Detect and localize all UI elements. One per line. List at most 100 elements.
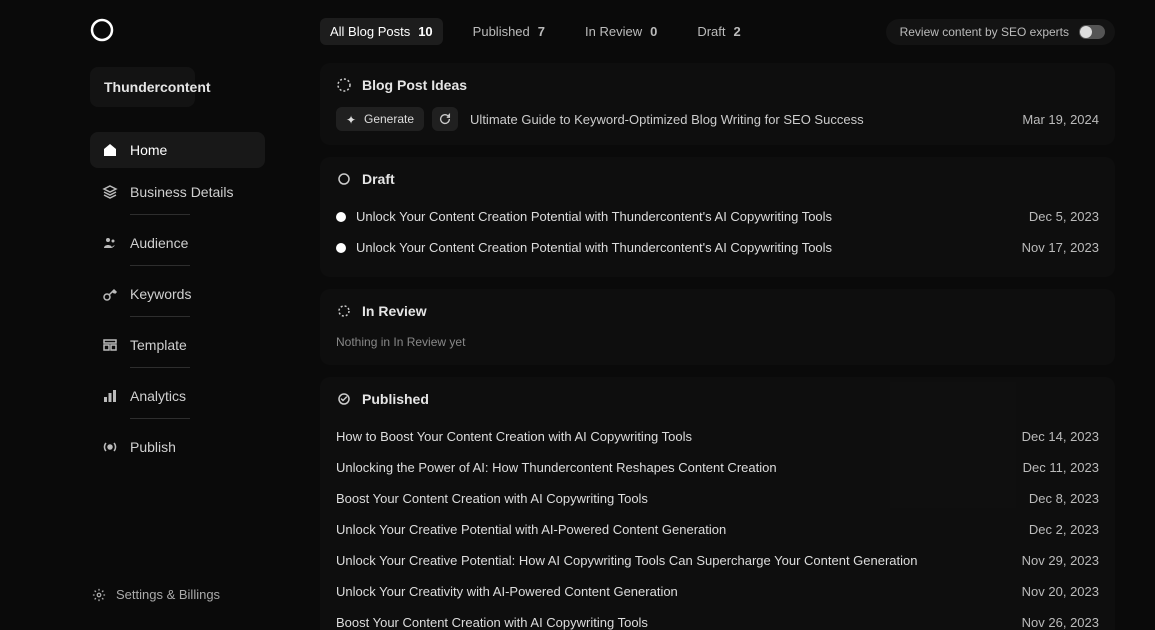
- post-row[interactable]: Unlock Your Content Creation Potential w…: [336, 232, 1099, 263]
- nav-keywords[interactable]: Keywords: [90, 276, 265, 312]
- users-icon: [102, 235, 118, 251]
- section-ideas: Blog Post Ideas ✦ Generate Ultimate Guid…: [320, 63, 1115, 145]
- refresh-button[interactable]: [432, 107, 458, 131]
- post-date: Nov 26, 2023: [1022, 615, 1099, 630]
- section-title: Draft: [362, 171, 395, 187]
- post-date: Dec 11, 2023: [1023, 460, 1099, 475]
- post-date: Dec 2, 2023: [1029, 522, 1099, 537]
- tab-count: 0: [650, 24, 657, 39]
- status-dot-icon: [336, 243, 346, 253]
- nav-business[interactable]: Business Details: [90, 174, 265, 210]
- post-title: Unlock Your Creative Potential with AI-P…: [336, 522, 726, 537]
- section-title: Published: [362, 391, 429, 407]
- post-date: Nov 17, 2023: [1022, 240, 1099, 255]
- sparkle-circle-icon: [336, 77, 352, 93]
- post-title: How to Boost Your Content Creation with …: [336, 429, 692, 444]
- section-in-review: In Review Nothing in In Review yet: [320, 289, 1115, 365]
- nav-label: Analytics: [130, 388, 186, 404]
- post-row[interactable]: Unlock Your Content Creation Potential w…: [336, 201, 1099, 232]
- nav-label: Keywords: [130, 286, 191, 302]
- post-title: Boost Your Content Creation with AI Copy…: [336, 491, 648, 506]
- post-title: Unlocking the Power of AI: How Thunderco…: [336, 460, 777, 475]
- topbar: All Blog Posts 10 Published 7 In Review …: [320, 18, 1115, 45]
- key-icon: [102, 286, 118, 302]
- main: All Blog Posts 10 Published 7 In Review …: [285, 0, 1155, 630]
- post-row[interactable]: Unlock Your Creativity with AI-Powered C…: [336, 576, 1099, 607]
- settings-label: Settings & Billings: [116, 587, 220, 602]
- nav-analytics[interactable]: Analytics: [90, 378, 265, 414]
- section-title: Blog Post Ideas: [362, 77, 467, 93]
- section-header: Published: [336, 391, 1099, 407]
- seo-toggle-label: Review content by SEO experts: [900, 25, 1069, 39]
- tab-in-review[interactable]: In Review 0: [575, 18, 667, 45]
- tab-count: 7: [538, 24, 545, 39]
- sparkle-icon: ✦: [346, 113, 358, 125]
- post-row[interactable]: How to Boost Your Content Creation with …: [336, 421, 1099, 452]
- nav-label: Home: [130, 142, 167, 158]
- tab-count: 2: [734, 24, 741, 39]
- post-title: Unlock Your Content Creation Potential w…: [356, 240, 832, 255]
- layers-icon: [102, 184, 118, 200]
- gear-icon: [92, 588, 106, 602]
- section-header: In Review: [336, 303, 1099, 319]
- nav: Home Business Details Audience Keywords …: [90, 132, 265, 465]
- idea-title[interactable]: Ultimate Guide to Keyword-Optimized Blog…: [470, 112, 864, 127]
- section-draft: Draft Unlock Your Content Creation Poten…: [320, 157, 1115, 277]
- post-row[interactable]: Boost Your Content Creation with AI Copy…: [336, 483, 1099, 514]
- section-title: In Review: [362, 303, 427, 319]
- content: Blog Post Ideas ✦ Generate Ultimate Guid…: [320, 63, 1115, 630]
- post-title: Unlock Your Creativity with AI-Powered C…: [336, 584, 678, 599]
- tab-label: Draft: [697, 24, 725, 39]
- broadcast-icon: [102, 439, 118, 455]
- idea-row: ✦ Generate Ultimate Guide to Keyword-Opt…: [336, 107, 1099, 131]
- tabs: All Blog Posts 10 Published 7 In Review …: [320, 18, 751, 45]
- post-row[interactable]: Unlock Your Creative Potential with AI-P…: [336, 514, 1099, 545]
- post-date: Dec 8, 2023: [1029, 491, 1099, 506]
- tab-label: Published: [473, 24, 530, 39]
- toggle-knob: [1080, 26, 1092, 38]
- section-published: Published How to Boost Your Content Crea…: [320, 377, 1115, 630]
- nav-divider: [130, 214, 190, 215]
- post-date: Dec 5, 2023: [1029, 209, 1099, 224]
- generate-button[interactable]: ✦ Generate: [336, 107, 424, 131]
- nav-audience[interactable]: Audience: [90, 225, 265, 261]
- post-title: Boost Your Content Creation with AI Copy…: [336, 615, 648, 630]
- tab-all[interactable]: All Blog Posts 10: [320, 18, 443, 45]
- tab-published[interactable]: Published 7: [463, 18, 555, 45]
- logo: [90, 18, 114, 42]
- tab-label: In Review: [585, 24, 642, 39]
- nav-divider: [130, 418, 190, 419]
- post-date: Nov 20, 2023: [1022, 584, 1099, 599]
- nav-publish[interactable]: Publish: [90, 429, 265, 465]
- nav-label: Business Details: [130, 184, 234, 200]
- status-dot-icon: [336, 212, 346, 222]
- nav-home[interactable]: Home: [90, 132, 265, 168]
- nav-divider: [130, 265, 190, 266]
- nav-divider: [130, 367, 190, 368]
- post-title: Unlock Your Creative Potential: How AI C…: [336, 553, 918, 568]
- section-header: Draft: [336, 171, 1099, 187]
- nav-divider: [130, 316, 190, 317]
- nav-label: Audience: [130, 235, 188, 251]
- tab-label: All Blog Posts: [330, 24, 410, 39]
- nav-template[interactable]: Template: [90, 327, 265, 363]
- circle-empty-icon: [336, 171, 352, 187]
- generate-label: Generate: [364, 112, 414, 126]
- section-header: Blog Post Ideas: [336, 77, 1099, 93]
- template-icon: [102, 337, 118, 353]
- post-row[interactable]: Unlock Your Creative Potential: How AI C…: [336, 545, 1099, 576]
- toggle-switch[interactable]: [1079, 25, 1105, 39]
- post-date: Nov 29, 2023: [1022, 553, 1099, 568]
- post-row[interactable]: Boost Your Content Creation with AI Copy…: [336, 607, 1099, 630]
- post-row[interactable]: Unlocking the Power of AI: How Thunderco…: [336, 452, 1099, 483]
- workspace-name: Thundercontent: [104, 79, 211, 95]
- seo-review-toggle: Review content by SEO experts: [886, 19, 1115, 45]
- refresh-icon: [438, 112, 452, 126]
- check-circle-icon: [336, 391, 352, 407]
- home-icon: [102, 142, 118, 158]
- post-title: Unlock Your Content Creation Potential w…: [356, 209, 832, 224]
- settings-link[interactable]: Settings & Billings: [80, 577, 265, 612]
- tab-draft[interactable]: Draft 2: [687, 18, 750, 45]
- nav-label: Publish: [130, 439, 176, 455]
- workspace-selector[interactable]: Thundercontent: [90, 67, 195, 107]
